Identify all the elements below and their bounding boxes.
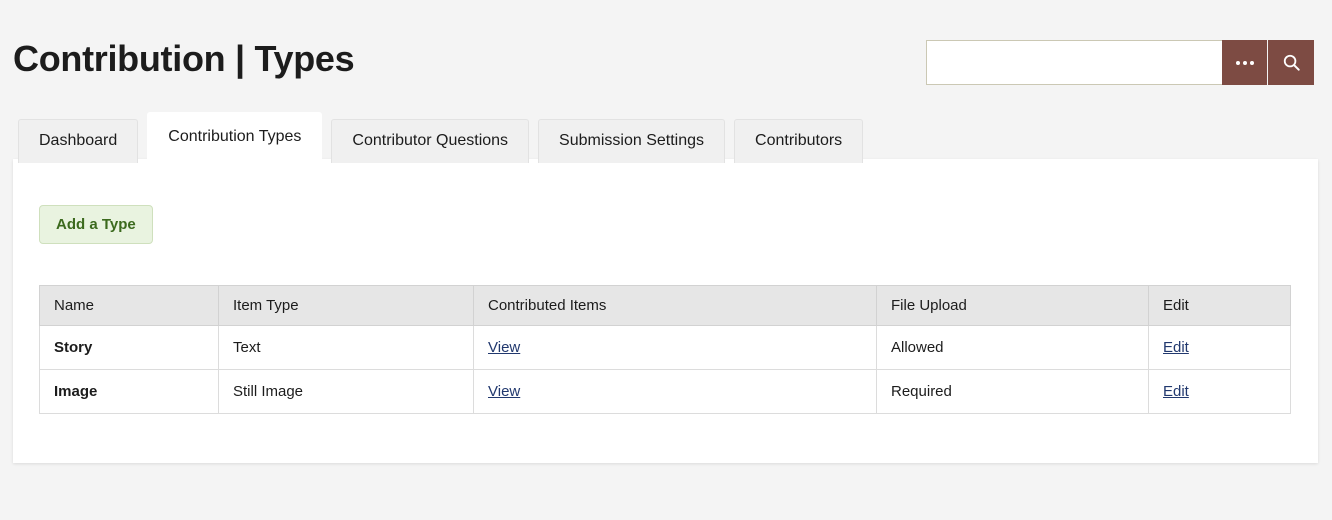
table-row: Story Text View Allowed Edit [40, 326, 1291, 370]
tab-bar: Dashboard Contribution Types Contributor… [18, 112, 863, 162]
column-header-edit: Edit [1149, 286, 1291, 326]
search-bar [926, 40, 1314, 85]
view-link[interactable]: View [488, 383, 520, 400]
column-header-file-upload: File Upload [877, 286, 1149, 326]
add-a-type-button[interactable]: Add a Type [39, 205, 153, 244]
table-row: Image Still Image View Required Edit [40, 370, 1291, 414]
cell-name: Story [40, 326, 219, 370]
search-submit-button[interactable] [1268, 40, 1314, 85]
page-root: Contribution | Types Dashboard Contribut… [0, 0, 1332, 520]
tab-submission-settings[interactable]: Submission Settings [538, 119, 725, 163]
view-link[interactable]: View [488, 339, 520, 356]
cell-contributed-items: View [474, 326, 877, 370]
page-title: Contribution | Types [13, 38, 354, 80]
content-panel: Add a Type Name Item Type Contributed It… [13, 159, 1318, 463]
search-input[interactable] [926, 40, 1222, 85]
cell-edit: Edit [1149, 370, 1291, 414]
edit-link[interactable]: Edit [1163, 339, 1189, 356]
cell-contributed-items: View [474, 370, 877, 414]
contribution-types-table: Name Item Type Contributed Items File Up… [39, 285, 1291, 414]
column-header-contributed-items: Contributed Items [474, 286, 877, 326]
ellipsis-icon [1236, 61, 1254, 65]
cell-file-upload: Allowed [877, 326, 1149, 370]
cell-item-type: Text [219, 326, 474, 370]
edit-link[interactable]: Edit [1163, 383, 1189, 400]
cell-edit: Edit [1149, 326, 1291, 370]
cell-name: Image [40, 370, 219, 414]
column-header-item-type: Item Type [219, 286, 474, 326]
tab-dashboard[interactable]: Dashboard [18, 119, 138, 163]
page-header: Contribution | Types [0, 0, 1332, 106]
tab-contributor-questions[interactable]: Contributor Questions [331, 119, 529, 163]
tab-contribution-types[interactable]: Contribution Types [147, 112, 322, 162]
column-header-name: Name [40, 286, 219, 326]
advanced-search-button[interactable] [1222, 40, 1268, 85]
cell-file-upload: Required [877, 370, 1149, 414]
table-header-row: Name Item Type Contributed Items File Up… [40, 286, 1291, 326]
search-icon [1282, 53, 1301, 72]
cell-item-type: Still Image [219, 370, 474, 414]
tab-contributors[interactable]: Contributors [734, 119, 863, 163]
